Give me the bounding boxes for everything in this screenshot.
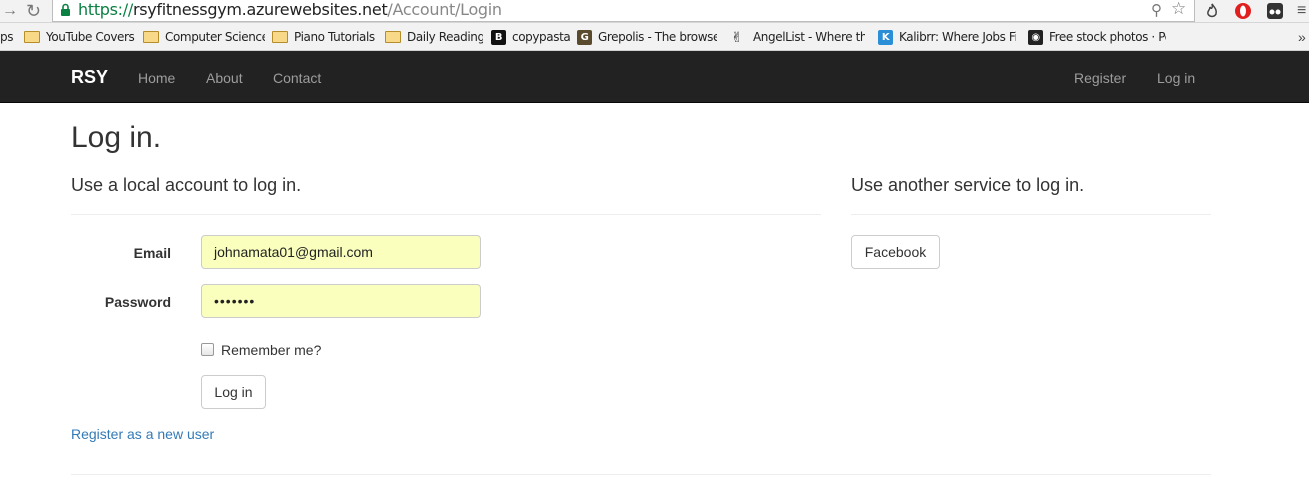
email-input[interactable]: johnamata01@gmail.com bbox=[201, 235, 481, 269]
bookmark-label: Kalibrr: Where Jobs Fi bbox=[899, 30, 1016, 44]
menu-icon[interactable]: ≡ bbox=[1297, 1, 1306, 21]
bookmark-grepolis[interactable]: G Grepolis - The browse bbox=[577, 29, 717, 45]
divider bbox=[71, 214, 821, 215]
bookmark-folder-computer-science[interactable]: Computer Science bbox=[143, 29, 265, 45]
camera-icon: ◉ bbox=[1028, 29, 1043, 45]
password-label: Password bbox=[104, 294, 171, 310]
footer-divider bbox=[71, 474, 1211, 475]
bookmark-folder-piano-tutorials[interactable]: Piano Tutorials bbox=[272, 29, 378, 45]
bookmark-label: Computer Science bbox=[165, 30, 265, 44]
url-text[interactable]: https://rsyfitnessgym.azurewebsites.net/… bbox=[78, 1, 502, 19]
bookmark-free-stock-photos[interactable]: ◉ Free stock photos · Pe bbox=[1028, 29, 1166, 45]
grepolis-icon: G bbox=[577, 29, 592, 45]
angellist-icon: ✌ bbox=[731, 29, 743, 45]
login-button[interactable]: Log in bbox=[201, 375, 266, 409]
ghostery-extension-icon[interactable] bbox=[1266, 2, 1284, 20]
forward-icon[interactable]: → bbox=[2, 1, 18, 21]
bookmark-label: AngelList - Where the bbox=[753, 30, 865, 44]
pastebin-icon: B bbox=[491, 29, 506, 45]
folder-icon bbox=[385, 31, 401, 43]
divider bbox=[851, 214, 1211, 215]
bookmark-label: YouTube Covers bbox=[46, 30, 135, 44]
key-icon[interactable]: ⚲ bbox=[1151, 2, 1162, 19]
folder-icon bbox=[143, 31, 159, 43]
address-bar[interactable]: https://rsyfitnessgym.azurewebsites.net/… bbox=[52, 0, 1195, 22]
lock-icon bbox=[61, 3, 70, 16]
bookmark-label: Daily Reading bbox=[407, 30, 483, 44]
nav-about-link[interactable]: About bbox=[206, 69, 243, 87]
bookmark-label: copypasta bbox=[512, 30, 571, 44]
page-title: Log in. bbox=[71, 121, 162, 154]
password-input[interactable]: ••••••• bbox=[201, 284, 481, 318]
bookmark-folder-daily-reading[interactable]: Daily Reading bbox=[385, 29, 483, 45]
remember-me-checkbox[interactable] bbox=[201, 343, 214, 356]
more-bookmarks-icon[interactable]: » bbox=[1298, 27, 1306, 47]
email-label: Email bbox=[133, 245, 171, 261]
folder-icon bbox=[24, 31, 40, 43]
bookmark-label: Free stock photos · Pe bbox=[1049, 30, 1166, 44]
nav-contact-link[interactable]: Contact bbox=[273, 69, 321, 87]
folder-icon bbox=[272, 31, 288, 43]
bookmark-folder-youtube-covers[interactable]: YouTube Covers bbox=[24, 29, 136, 45]
star-icon[interactable]: ☆ bbox=[1171, 0, 1186, 17]
local-account-heading: Use a local account to log in. bbox=[71, 175, 302, 195]
external-login-heading: Use another service to log in. bbox=[851, 175, 1085, 195]
brand-logo[interactable]: RSY bbox=[71, 67, 108, 87]
browser-toolbar: → ↻ https://rsyfitnessgym.azurewebsites.… bbox=[0, 0, 1309, 23]
bookmark-label: ps bbox=[0, 30, 14, 44]
bookmarks-bar: ps YouTube Covers Computer Science Piano… bbox=[0, 23, 1309, 51]
remember-me-label[interactable]: Remember me? bbox=[221, 341, 321, 359]
kalibrr-icon: K bbox=[878, 29, 893, 45]
bookmark-kalibrr[interactable]: K Kalibrr: Where Jobs Fi bbox=[878, 29, 1016, 45]
site-navbar: RSY Home About Contact Register Log in bbox=[0, 51, 1309, 103]
bookmark-apps[interactable]: ps bbox=[0, 29, 20, 45]
nav-home-link[interactable]: Home bbox=[138, 69, 175, 87]
nav-login-link[interactable]: Log in bbox=[1157, 69, 1195, 87]
bookmark-angellist[interactable]: ✌ AngelList - Where the bbox=[731, 29, 865, 45]
facebook-login-button[interactable]: Facebook bbox=[851, 235, 940, 269]
nav-register-link[interactable]: Register bbox=[1074, 69, 1126, 87]
bookmark-label: Piano Tutorials bbox=[294, 30, 375, 44]
reload-icon[interactable]: ↻ bbox=[26, 1, 41, 21]
fire-extension-icon[interactable] bbox=[1203, 2, 1221, 20]
register-new-user-link[interactable]: Register as a new user bbox=[71, 425, 214, 443]
bookmark-copypasta[interactable]: B copypasta bbox=[491, 29, 571, 45]
bookmark-label: Grepolis - The browse bbox=[598, 30, 717, 44]
opera-extension-icon[interactable] bbox=[1234, 2, 1252, 20]
